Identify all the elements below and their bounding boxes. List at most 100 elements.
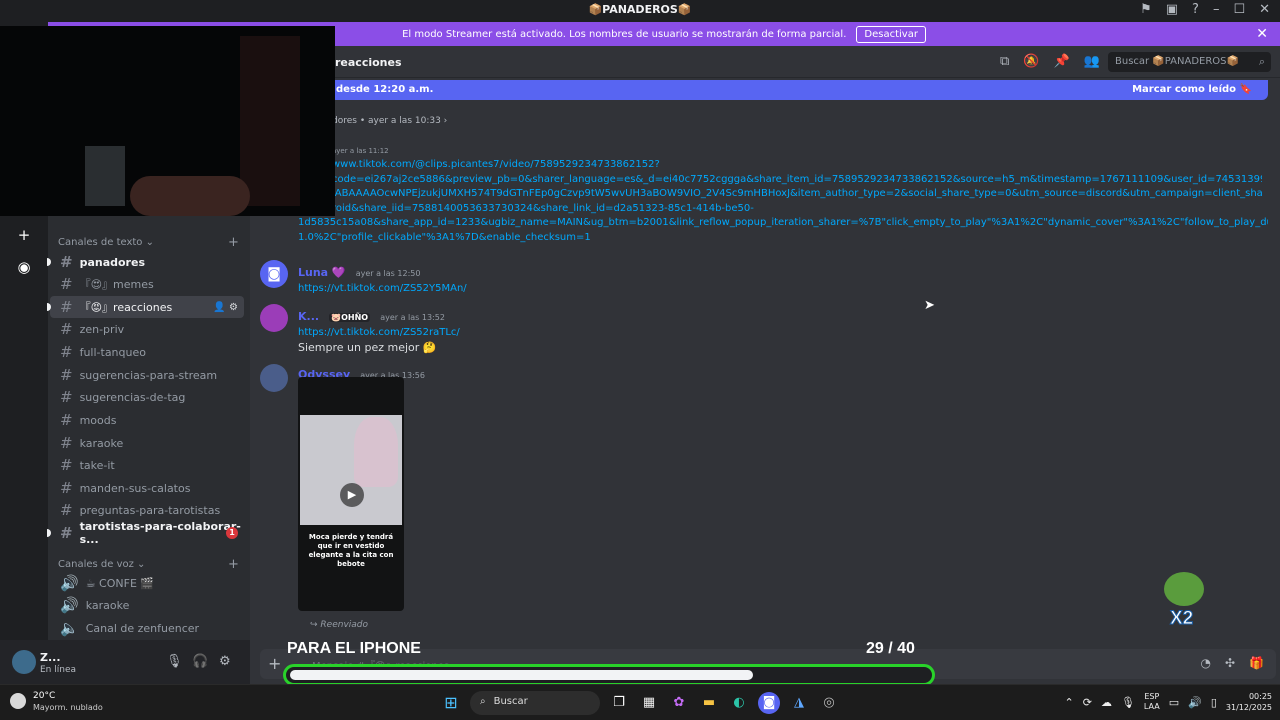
close-window-icon[interactable]: ✕ [1259,2,1270,17]
voice-channel-karaoke[interactable]: 🔊 karaoke [50,594,244,616]
mic-icon[interactable]: 🎙 [1121,696,1135,709]
play-icon[interactable]: ▶ [340,483,364,507]
new-messages-bar[interactable]: desde 12:20 a.m. Marcar como leído 🔖 [330,80,1268,100]
user-avatar[interactable] [260,304,288,332]
close-banner-icon[interactable]: ✕ [1256,26,1268,42]
user-avatar[interactable] [260,364,288,392]
discord-icon[interactable]: ◙ [758,692,780,714]
video-attachment[interactable]: ▶ Moca pierde y tendrá que ir en vestido… [298,377,404,611]
discover-icon[interactable]: ◉ [14,257,34,277]
add-voice-channel-icon[interactable]: + [228,557,239,572]
task-view-icon[interactable]: ❐ [608,692,630,714]
channel-karaoke[interactable]: # karaoke [50,432,244,454]
tiktok-link[interactable]: https://vt.tiktok.com/ZS52raTLc/ [298,326,460,341]
channel-reacciones[interactable]: # 『😡』reacciones 👤 ⚙ [47,296,244,318]
maximize-icon[interactable]: ☐ [1233,2,1245,17]
deactivate-button[interactable]: Desactivar [856,25,926,43]
clock-time: 00:25 [1248,692,1272,701]
language-indicator[interactable]: ESP LAA [1144,692,1160,712]
channel-full-tanqueo[interactable]: # full-tanqueo [50,341,244,363]
search-icon: ⌕ [480,696,486,707]
hash-icon: # [60,388,73,406]
layout-code: LAA [1143,702,1160,711]
channel-title: reacciones [335,56,402,69]
gift-icon[interactable]: 🎁 [1249,656,1264,670]
window-titlebar: 📦PANADEROS📦 ⚑ ▣ ? – ☐ ✕ [0,0,1280,22]
windows-start-icon[interactable]: ⊞ [440,692,462,714]
voice-channel-confe[interactable]: 🔊 ☕ CONFE 🎬 [50,572,244,594]
channel-sugerencias-de-tag[interactable]: # sugerencias-de-tag [50,386,244,408]
channel-memes[interactable]: # 『😍』memes [50,273,244,295]
channel-preguntas-para-tarotistas[interactable]: # preguntas-para-tarotistas [50,499,244,521]
channel-panadores[interactable]: # panadores [47,251,244,273]
pepe-sticker: X2 [1160,572,1208,632]
hash-icon: # [60,253,73,271]
channel-label: tarotistas-para-colaborar-s... [79,520,241,546]
microphone-icon[interactable]: 🎙 [166,654,183,669]
channel-label: karaoke [85,598,130,612]
channel-label: preguntas-para-tarotistas [79,503,221,517]
channel-settings-icons[interactable]: 👤 ⚙ [213,302,238,313]
apps-icon[interactable]: ✣ [1225,656,1235,670]
inbox-icon[interactable]: ⚑ [1140,2,1152,17]
author-name[interactable]: K... [298,310,319,323]
add-server-icon[interactable]: + [14,225,34,245]
channel-tarotistas[interactable]: # tarotistas-para-colaborar-s... 1 [47,520,244,546]
voice-category-label: Canales de voz [58,559,134,570]
channel-take-it[interactable]: # take-it [50,454,244,476]
link-line: code=ei267aj2ce5886&preview_pb=0&sharer_… [332,173,1262,185]
speaker-icon: 🔊 [60,596,79,614]
tiktok-link[interactable]: https://vt.tiktok.com/ZS52Y5MAn/ [298,282,467,297]
channel-sugerencias-para-stream[interactable]: # sugerencias-para-stream [50,364,244,386]
sync-icon[interactable]: ⟳ [1083,696,1092,709]
tiktok-long-link[interactable]: www.tiktok.com/@clips.picantes7/video/75… [332,158,1262,216]
taskbar-search[interactable]: ⌕ Buscar [470,691,600,715]
threads-icon[interactable]: ⧉ [1000,54,1009,69]
voice-channel-zenfuencer[interactable]: 🔈 Canal de zenfuencer [50,617,244,639]
message-k: K... 🐷OHÑO ayer a las 13:52 https://vt.t… [298,305,460,354]
unread-indicator [47,258,51,266]
help-icon[interactable]: ? [1192,2,1199,17]
network-icon[interactable]: ▭ [1169,696,1179,709]
obs-icon[interactable]: ◎ [818,692,840,714]
edge-icon[interactable]: ◐ [728,692,750,714]
channel-zen-priv[interactable]: # zen-priv [50,318,244,340]
screen-icon[interactable]: ▣ [1166,2,1178,17]
text-channels-category[interactable]: Canales de texto ⌄ + [58,235,239,250]
user-name: Z... [40,651,61,664]
sticker-icon[interactable]: ◔ [1201,656,1211,670]
app-icon[interactable]: ◮ [788,692,810,714]
mark-as-read-button[interactable]: Marcar como leído 🔖 [1132,84,1252,95]
channel-label: take-it [79,458,115,472]
channel-moods[interactable]: # moods [50,409,244,431]
file-explorer-icon[interactable]: ▬ [698,692,720,714]
headphones-icon[interactable]: 🎧 [192,654,208,669]
video-object [85,146,125,206]
add-text-channel-icon[interactable]: + [228,235,239,250]
channel-label: karaoke [79,436,124,450]
author-name[interactable]: Luna 💜 [298,266,346,279]
message-reply-line: dores • ayer a las 10:33 › [332,116,448,126]
onedrive-icon[interactable]: ☁ [1101,696,1112,709]
search-icon: ⌕ [1258,55,1265,68]
volume-icon[interactable]: 🔊 [1188,696,1202,709]
tray-chevron-icon[interactable]: ⌃ [1065,696,1074,709]
role-tag: 🐷OHÑO [329,313,371,322]
pin-icon[interactable]: 📌 [1053,54,1069,69]
discord-avatar[interactable]: ◙ [260,260,288,288]
attach-icon[interactable]: + [268,654,281,673]
tiktok-long-link-cont[interactable]: 1d5835c15a08&share_app_id=1233&ugbiz_nam… [298,216,1268,245]
store-icon[interactable]: ▦ [638,692,660,714]
members-icon[interactable]: 👥 [1084,54,1100,69]
battery-icon[interactable]: ▯ [1211,696,1217,709]
copilot-icon[interactable]: ✿ [668,692,690,714]
voice-channels-category[interactable]: Canales de voz ⌄ + [58,557,239,572]
search-input[interactable]: Buscar 📦PANADEROS📦 ⌕ [1108,52,1271,72]
user-avatar[interactable] [12,650,36,674]
link-line: roid&share_iid=7588140053633730324&share… [332,202,754,214]
user-settings-icon[interactable]: ⚙ [219,654,231,669]
channel-manden-sus-calatos[interactable]: # manden-sus-calatos [50,477,244,499]
system-clock[interactable]: 00:25 31/12/2025 [1226,691,1272,713]
notifications-icon[interactable]: 🔕 [1023,54,1039,69]
minimize-icon[interactable]: – [1213,2,1220,17]
